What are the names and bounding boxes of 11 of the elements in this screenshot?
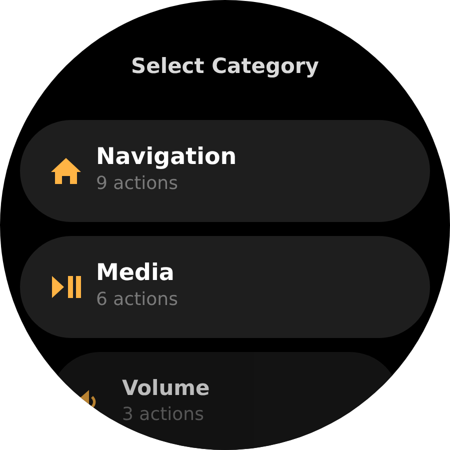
- home-icon: [50, 156, 82, 186]
- play-pause-icon: [50, 274, 82, 300]
- action-count: 9 actions: [96, 173, 179, 195]
- action-count: 3 actions: [122, 404, 205, 426]
- category-chip[interactable]: Navigation 9 actions: [20, 120, 430, 222]
- action-count: 6 actions: [96, 289, 178, 311]
- category-name: Media: [96, 259, 176, 287]
- screen-title: Select Category: [131, 53, 319, 80]
- category-name: Navigation: [96, 143, 237, 171]
- category-chip[interactable]: Media 6 actions: [20, 236, 430, 338]
- category-name: Volume: [122, 375, 210, 402]
